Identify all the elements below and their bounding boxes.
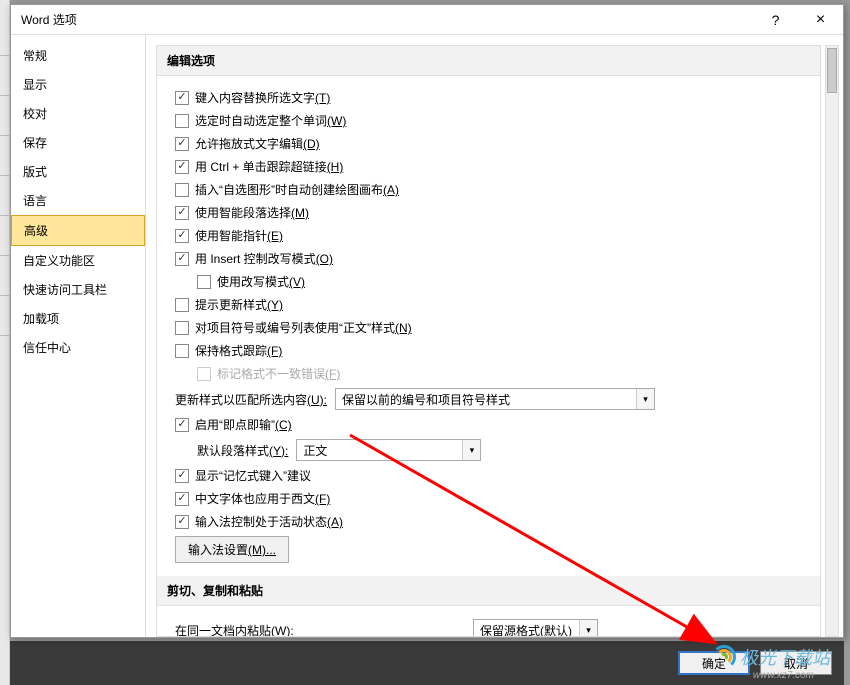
checkbox-autoshape-canvas[interactable] <box>175 183 189 197</box>
section-paste-header: 剪切、复制和粘贴 <box>157 576 820 606</box>
label-ctrl-click: 用 Ctrl + 单击跟踪超链接(H) <box>195 158 343 175</box>
word-options-dialog: Word 选项 ? × 常规 显示 校对 保存 版式 语言 高级 自定义功能区 … <box>10 4 844 638</box>
sidebar-item-trust-center[interactable]: 信任中心 <box>11 333 145 362</box>
scroll-thumb[interactable] <box>827 48 837 93</box>
chevron-down-icon: ▾ <box>636 389 654 409</box>
checkbox-prompt-style[interactable] <box>175 298 189 312</box>
sidebar-item-layout[interactable]: 版式 <box>11 157 145 186</box>
select-default-para[interactable]: 正文 ▾ <box>296 439 481 461</box>
watermark-icon <box>712 645 736 669</box>
sidebar-item-general[interactable]: 常规 <box>11 41 145 70</box>
checkbox-insert-overtype[interactable] <box>175 252 189 266</box>
label-smart-para: 使用智能段落选择(M) <box>195 204 309 221</box>
watermark-url: www.xz7.com <box>753 670 814 681</box>
label-insert-overtype: 用 Insert 控制改写模式(O) <box>195 250 333 267</box>
ime-settings-button[interactable]: 输入法设置(M)... <box>175 536 289 563</box>
label-keep-track-fmt: 保持格式跟踪(F) <box>195 342 282 359</box>
watermark-logo: 极光下载站 <box>712 644 830 670</box>
label-autoshape-canvas: 插入“自选图形”时自动创建绘图画布(A) <box>195 181 399 198</box>
checkbox-ctrl-click[interactable] <box>175 160 189 174</box>
checkbox-keep-track-fmt[interactable] <box>175 344 189 358</box>
checkbox-mark-inconsist <box>197 367 211 381</box>
close-button[interactable]: × <box>798 11 843 29</box>
label-drag-drop: 允许拖放式文字编辑(D) <box>195 135 320 152</box>
label-click-type: 启用“即点即输”(C) <box>195 416 292 433</box>
label-cjk-western: 中文字体也应用于西文(F) <box>195 490 330 507</box>
sidebar-item-quick-access[interactable]: 快速访问工具栏 <box>11 275 145 304</box>
sidebar-item-customize-ribbon[interactable]: 自定义功能区 <box>11 246 145 275</box>
section-edit-header: 编辑选项 <box>157 46 820 76</box>
checkbox-drag-drop[interactable] <box>175 137 189 151</box>
sidebar-item-advanced[interactable]: 高级 <box>11 215 145 246</box>
checkbox-auto-select-word[interactable] <box>175 114 189 128</box>
checkbox-replace-selected[interactable] <box>175 91 189 105</box>
label-same-doc-paste: 在同一文档内粘贴(W): <box>175 622 465 638</box>
label-replace-selected: 键入内容替换所选文字(T) <box>195 89 330 106</box>
vertical-scrollbar[interactable] <box>825 45 839 637</box>
options-content: 编辑选项 键入内容替换所选文字(T) 选定时自动选定整个单词(W) 允许拖放式文… <box>156 45 821 637</box>
label-mark-inconsist: 标记格式不一致错误(F) <box>217 365 340 382</box>
window-title: Word 选项 <box>21 11 753 28</box>
label-default-para: 默认段落样式(Y): <box>197 442 288 459</box>
checkbox-smart-para[interactable] <box>175 206 189 220</box>
sidebar-item-display[interactable]: 显示 <box>11 70 145 99</box>
checkbox-ime-active[interactable] <box>175 515 189 529</box>
sidebar-item-proofing[interactable]: 校对 <box>11 99 145 128</box>
checkbox-autocomplete[interactable] <box>175 469 189 483</box>
sidebar-item-language[interactable]: 语言 <box>11 186 145 215</box>
checkbox-cjk-western[interactable] <box>175 492 189 506</box>
label-update-style: 更新样式以匹配所选内容(U): <box>175 391 327 408</box>
help-button[interactable]: ? <box>753 12 798 28</box>
sidebar-item-save[interactable]: 保存 <box>11 128 145 157</box>
select-same-doc-paste[interactable]: 保留源格式(默认) ▾ <box>473 619 598 637</box>
checkbox-use-overtype[interactable] <box>197 275 211 289</box>
label-autocomplete: 显示“记忆式键入”建议 <box>195 467 311 484</box>
label-normal-bullets: 对项目符号或编号列表使用“正文”样式(N) <box>195 319 412 336</box>
checkbox-smart-cursor[interactable] <box>175 229 189 243</box>
select-update-style[interactable]: 保留以前的编号和项目符号样式 ▾ <box>335 388 655 410</box>
label-smart-cursor: 使用智能指针(E) <box>195 227 283 244</box>
titlebar: Word 选项 ? × <box>11 5 843 35</box>
label-auto-select-word: 选定时自动选定整个单词(W) <box>195 112 346 129</box>
checkbox-normal-bullets[interactable] <box>175 321 189 335</box>
category-sidebar: 常规 显示 校对 保存 版式 语言 高级 自定义功能区 快速访问工具栏 加载项 … <box>11 35 146 637</box>
left-edge-ruler <box>0 0 10 685</box>
chevron-down-icon: ▾ <box>462 440 480 460</box>
chevron-down-icon: ▾ <box>579 620 597 637</box>
sidebar-item-addins[interactable]: 加载项 <box>11 304 145 333</box>
checkbox-click-type[interactable] <box>175 418 189 432</box>
label-ime-active: 输入法控制处于活动状态(A) <box>195 513 343 530</box>
label-use-overtype: 使用改写模式(V) <box>217 273 305 290</box>
label-prompt-style: 提示更新样式(Y) <box>195 296 283 313</box>
